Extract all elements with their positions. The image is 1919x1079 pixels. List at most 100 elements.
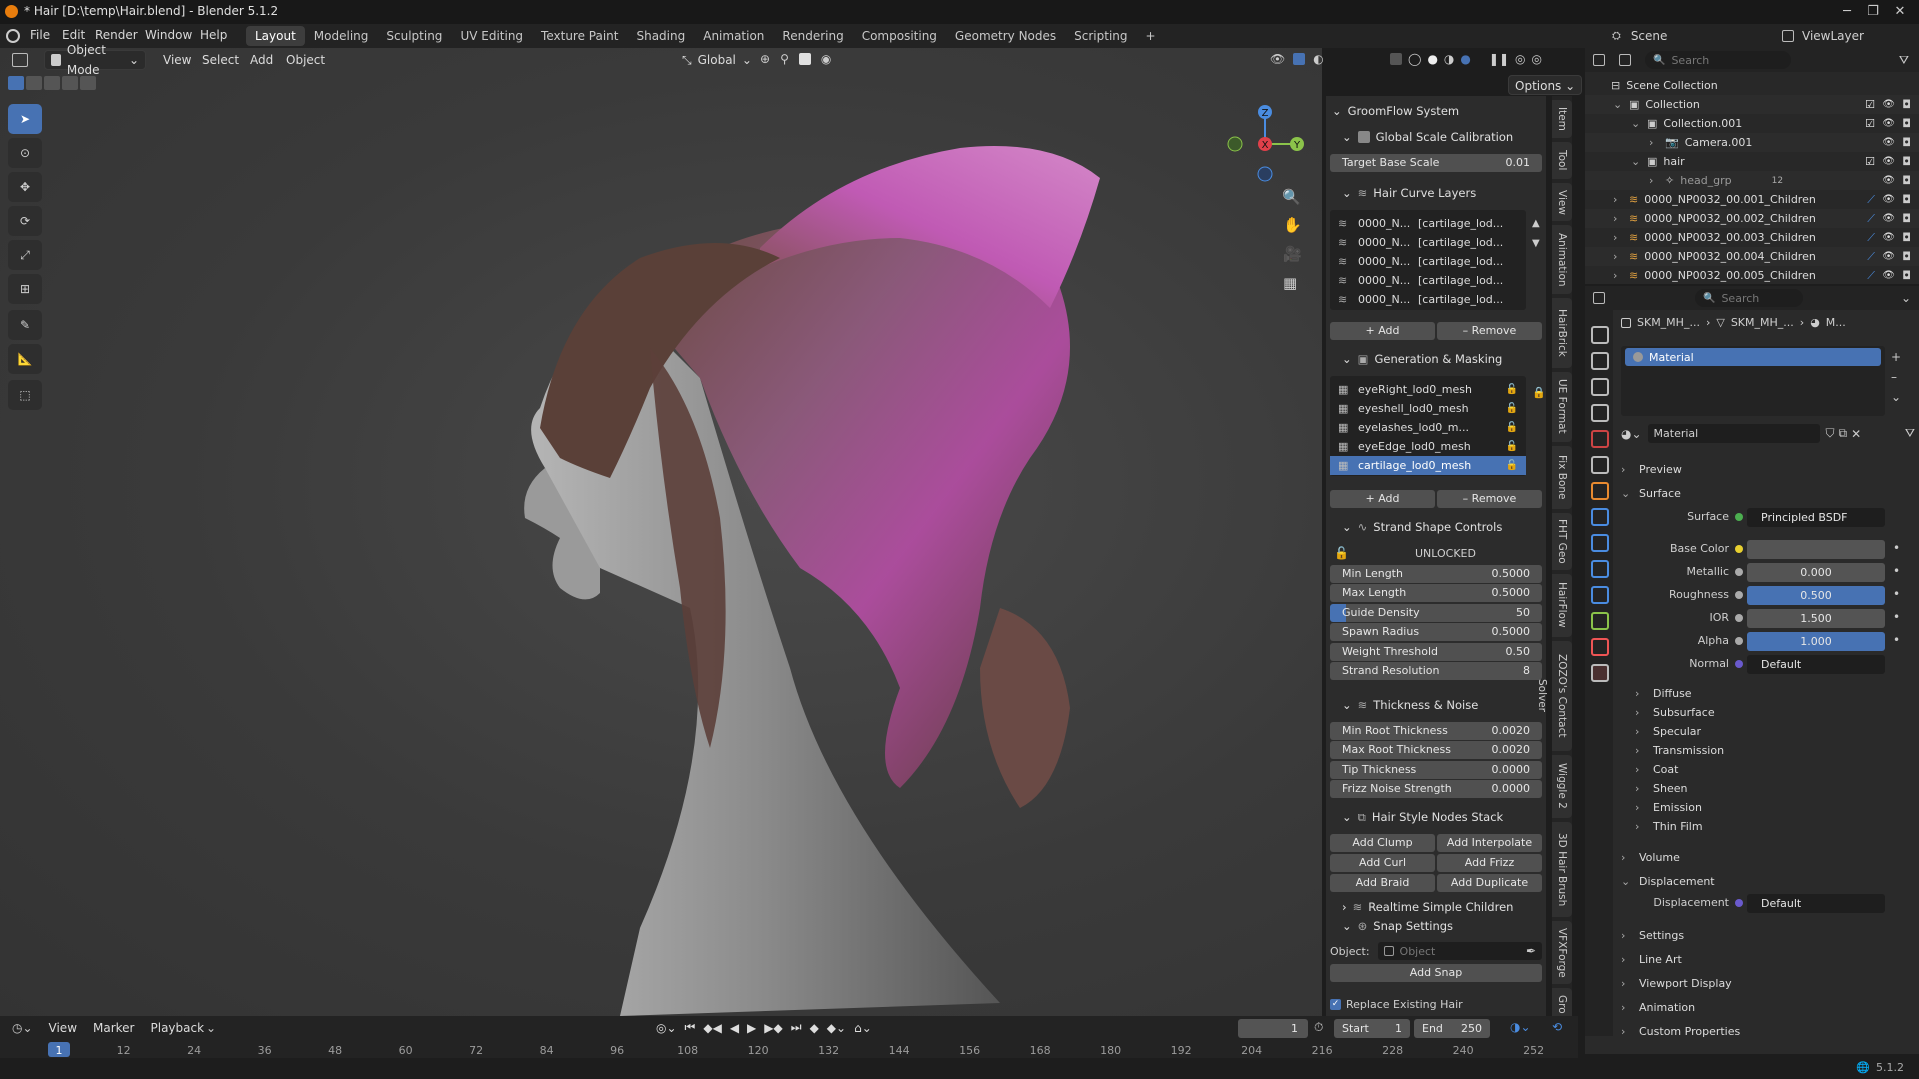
outliner-row[interactable]: › ≋ 0000_NP0032_00.001_Children ⟋ 👁 ◘ xyxy=(1585,190,1919,209)
sidebar-tab-animation[interactable]: Animation xyxy=(1552,224,1572,295)
max-root-thickness-field[interactable]: Max Root Thickness 0.0020 xyxy=(1330,741,1542,760)
animation-panel-header[interactable]: › Animation xyxy=(1621,998,1911,1016)
camera-render-icon[interactable]: ◘ xyxy=(1902,231,1911,244)
camera-render-icon[interactable]: ◘ xyxy=(1902,117,1911,130)
modifiers-tab-icon[interactable] xyxy=(1591,534,1609,552)
unlink-icon[interactable]: ✕ xyxy=(1851,427,1861,441)
sidebar-tab-wiggle-2[interactable]: Wiggle 2 xyxy=(1552,754,1572,818)
timeline-menu-marker[interactable]: Marker xyxy=(87,1018,140,1038)
select-box-tool[interactable]: ➤ xyxy=(8,104,42,134)
chevron-right-icon[interactable]: › xyxy=(1649,136,1659,149)
eye-icon[interactable]: 👁 xyxy=(1882,270,1895,281)
select-subtract-icon[interactable] xyxy=(44,76,60,90)
object-mode-dropdown[interactable]: Object Mode ⌄ xyxy=(44,43,146,77)
thin-film-panel-header[interactable]: › Thin Film xyxy=(1635,817,1911,835)
material-slot-item[interactable]: Material xyxy=(1625,348,1881,366)
hair-style-nodes-header[interactable]: ⌄ ⧉ Hair Style Nodes Stack xyxy=(1326,806,1546,828)
world-tab-icon[interactable] xyxy=(1591,456,1609,474)
chevron-down-icon[interactable]: › xyxy=(1613,269,1623,282)
hair-layer-item[interactable]: ≋ 0000_N... [cartilage_lod... xyxy=(1330,233,1526,252)
weight-threshold-field[interactable]: Weight Threshold 0.50 xyxy=(1330,642,1542,661)
timeline-menu-view[interactable]: View xyxy=(43,1018,83,1038)
eye-icon[interactable]: 👁 xyxy=(1882,232,1895,243)
outliner-row[interactable]: ⊟ Scene Collection xyxy=(1585,76,1919,95)
eye-icon[interactable]: 👁 xyxy=(1882,194,1895,205)
keyframe-dot-icon[interactable]: • xyxy=(1893,564,1900,578)
camera-view-icon[interactable]: 🎥 xyxy=(1283,245,1302,263)
auto-keying-icon[interactable]: ⌂⌄ xyxy=(854,1021,872,1035)
surface-panel-header[interactable]: ⌄ Surface xyxy=(1621,484,1911,502)
scene-selector[interactable]: ⛭ Scene xyxy=(1612,26,1701,46)
displacement-panel-header[interactable]: ⌄ Displacement xyxy=(1621,872,1911,890)
remove-mask-button[interactable]: – Remove xyxy=(1437,490,1542,508)
play-reverse-icon[interactable]: ◀ xyxy=(730,1021,739,1035)
current-frame-field[interactable]: 1 xyxy=(1238,1019,1308,1038)
sidebar-tab-fix-bone[interactable]: Fix Bone xyxy=(1552,445,1572,509)
add-braid-button[interactable]: Add Braid xyxy=(1330,874,1435,892)
menu-window[interactable]: Window xyxy=(145,28,192,42)
outliner-row[interactable]: ⌄ ▣ Collection.001 ☑ 👁 ◘ xyxy=(1585,114,1919,133)
strand-resolution-field[interactable]: Strand Resolution 8 xyxy=(1330,662,1542,680)
sidebar-tab-view[interactable]: View xyxy=(1552,183,1572,221)
add-mask-button[interactable]: + Add xyxy=(1330,490,1435,508)
select-invert-icon[interactable] xyxy=(62,76,78,90)
tip-thickness-field[interactable]: Tip Thickness 0.0000 xyxy=(1330,760,1542,779)
viewport-menu-add[interactable]: Add xyxy=(244,50,279,70)
sidebar-tab-hairbrick[interactable]: HairBrick xyxy=(1552,298,1572,368)
workspace-tab-animation[interactable]: Animation xyxy=(694,26,773,46)
hair-layer-item[interactable]: ≋ 0000_N... [cartilage_lod... xyxy=(1330,252,1526,271)
transmission-panel-header[interactable]: › Transmission xyxy=(1635,741,1911,759)
blender-menu-icon[interactable] xyxy=(6,29,20,43)
hair-layer-item[interactable]: ≋ 0000_N... [cartilage_lod... xyxy=(1330,271,1526,290)
scale-tool[interactable]: ⤢ xyxy=(8,240,42,270)
stopwatch-icon[interactable]: ⏱ xyxy=(1314,1020,1323,1035)
eye-icon[interactable]: 👁 xyxy=(1882,99,1895,110)
remove-slot-icon[interactable]: – xyxy=(1891,370,1897,384)
frizz-noise-strength-field[interactable]: Frizz Noise Strength 0.0000 xyxy=(1330,780,1542,799)
thickness-noise-header[interactable]: ⌄ ≋ Thickness & Noise xyxy=(1326,694,1546,716)
custom-properties-panel-header[interactable]: › Custom Properties xyxy=(1621,1022,1911,1040)
visibility-icon[interactable]: 👁 xyxy=(1270,52,1285,66)
cursor-tool[interactable]: ⊙ xyxy=(8,138,42,168)
mask-mesh-item[interactable]: ▦ eyeEdge_lod0_mesh 🔓 xyxy=(1330,437,1526,456)
hair-modifier-icon[interactable]: ⟋ xyxy=(1867,269,1875,283)
outliner-row[interactable]: › ≋ 0000_NP0032_00.002_Children ⟋ 👁 ◘ xyxy=(1585,209,1919,228)
view-layer-selector[interactable]: ViewLayer xyxy=(1782,26,1864,46)
maximize-icon[interactable]: ❐ xyxy=(1864,3,1882,21)
add-workspace-icon[interactable]: + xyxy=(1137,26,1165,46)
lock-icon[interactable]: 🔓 xyxy=(1506,456,1518,475)
pause-render-icon[interactable]: ❚❚ xyxy=(1489,52,1509,66)
add-frizz-button[interactable]: Add Frizz xyxy=(1437,854,1542,872)
sidebar-tab-ue-format[interactable]: UE Format xyxy=(1552,372,1572,442)
add-cube-tool[interactable]: ⬚ xyxy=(8,380,42,410)
hair-curve-layers-header[interactable]: ⌄ ≋ Hair Curve Layers xyxy=(1326,182,1546,204)
camera-render-icon[interactable]: ◘ xyxy=(1902,212,1911,225)
sheen-panel-header[interactable]: › Sheen xyxy=(1635,779,1911,797)
timeline-editor-icon[interactable]: ◷⌄ xyxy=(12,1021,33,1035)
jump-end-icon[interactable]: ⏭ xyxy=(791,1020,802,1035)
lock-icon[interactable]: 🔓 xyxy=(1506,380,1518,399)
zoom-icon[interactable]: 🔍 xyxy=(1282,188,1301,206)
viewport-display-panel-header[interactable]: › Viewport Display xyxy=(1621,974,1911,992)
duplicate-icon[interactable]: ⧉ xyxy=(1839,426,1848,441)
workspace-tab-sculpting[interactable]: Sculpting xyxy=(377,26,451,46)
keying-icon[interactable]: ◎⌄ xyxy=(656,1021,677,1035)
outliner-row[interactable]: ⌄ ▣ hair ☑ 👁 ◘ xyxy=(1585,152,1919,171)
pivot-icon[interactable]: ⊕ xyxy=(760,52,770,66)
material-browse-icon[interactable]: ◕⌄ xyxy=(1621,427,1642,441)
viewport-menu-object[interactable]: Object xyxy=(280,50,331,70)
rotate-tool[interactable]: ⟳ xyxy=(8,206,42,236)
camera-render-icon[interactable]: ◘ xyxy=(1902,269,1911,282)
sidebar-tab-hairflow[interactable]: HairFlow xyxy=(1552,573,1572,637)
physics-tab-icon[interactable] xyxy=(1591,586,1609,604)
hair-curve-layers-list[interactable]: ≋ 0000_N... [cartilage_lod... ≋ 0000_N... [ca… xyxy=(1330,210,1526,310)
min-root-thickness-field[interactable]: Min Root Thickness 0.0020 xyxy=(1330,722,1542,740)
mask-mesh-item[interactable]: ▦ cartilage_lod0_mesh 🔓 xyxy=(1330,456,1526,475)
keyframe-dot-icon[interactable]: • xyxy=(1893,610,1900,624)
snap-object-field[interactable]: Object ✒ xyxy=(1377,942,1542,960)
keyframe-dot-icon[interactable]: • xyxy=(1893,587,1900,601)
add-slot-icon[interactable]: + xyxy=(1891,350,1901,364)
properties-editor-icon[interactable] xyxy=(1593,292,1605,304)
start-frame-field[interactable]: Start 1 xyxy=(1334,1019,1410,1038)
diffuse-panel-header[interactable]: › Diffuse xyxy=(1635,684,1911,702)
